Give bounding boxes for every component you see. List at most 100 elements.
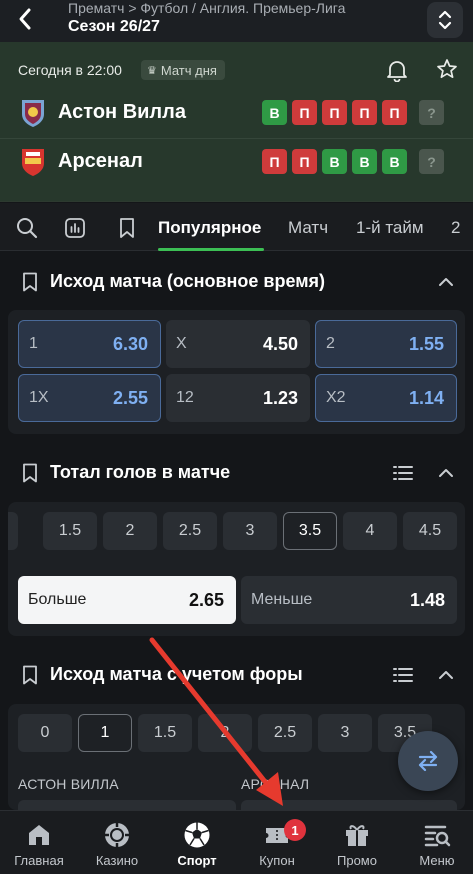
section-title: Исход матча с учетом форы — [50, 664, 303, 684]
form-result: П — [352, 100, 377, 125]
odd-value: 1.48 — [409, 589, 445, 610]
star-icon[interactable] — [436, 58, 458, 80]
list-icon[interactable] — [392, 463, 414, 483]
form-result: П — [382, 100, 407, 125]
chevron-up-icon[interactable] — [436, 464, 456, 482]
line-chip-selected[interactable]: 1 — [78, 714, 132, 752]
expand-button[interactable] — [427, 2, 463, 38]
nav-label: Казино — [95, 853, 139, 868]
bell-icon[interactable] — [386, 58, 408, 83]
swap-button[interactable] — [398, 731, 458, 791]
casino-chip-icon — [103, 821, 131, 849]
total-panel: 1.5 2 2.5 3 3.5 4 4.5 Больше 2.65 Меньше… — [8, 502, 465, 636]
bookmark-icon[interactable] — [22, 463, 38, 483]
form-result: П — [262, 149, 287, 174]
odd-button-12[interactable]: 12 1.23 — [166, 374, 310, 422]
nav-sport[interactable]: Спорт — [158, 811, 236, 874]
home-team-row[interactable]: Астон Вилла В П П П П ? — [0, 90, 473, 138]
line-chip[interactable]: 1.5 — [43, 512, 97, 550]
list-icon[interactable] — [392, 665, 414, 685]
handicap-panel: 0 1 1.5 2 2.5 3 3.5 — [8, 704, 465, 810]
line-chip[interactable]: 4 — [343, 512, 397, 550]
nav-casino[interactable]: Казино — [78, 811, 156, 874]
aston-villa-crest-icon — [20, 98, 46, 128]
handicap-home-odd[interactable] — [18, 800, 236, 810]
odd-label: 12 — [176, 389, 194, 406]
bookmark-icon[interactable] — [22, 665, 38, 685]
line-chip[interactable]: 3 — [318, 714, 372, 752]
bookmark-icon[interactable] — [22, 272, 38, 292]
line-chip[interactable] — [8, 512, 18, 550]
back-arrow-icon[interactable] — [12, 4, 40, 34]
odd-value: 1.23 — [262, 387, 298, 408]
handicap-away-odd[interactable] — [241, 800, 457, 810]
form-result: П — [322, 100, 347, 125]
line-chip[interactable]: 2 — [103, 512, 157, 550]
odd-button-away[interactable]: 2 1.55 — [315, 320, 457, 368]
gift-icon — [343, 821, 371, 849]
nav-label: Спорт — [177, 853, 217, 868]
odd-label: Больше — [28, 591, 87, 608]
odd-button-draw[interactable]: X 4.50 — [166, 320, 310, 368]
line-chip[interactable]: 4.5 — [403, 512, 457, 550]
outcome-section-header[interactable]: Исход матча (основное время) — [0, 255, 473, 309]
over-odd-button[interactable]: Больше 2.65 — [18, 576, 236, 624]
odd-label: 2 — [326, 335, 335, 352]
nav-menu[interactable]: Меню — [398, 811, 473, 874]
chevron-up-icon[interactable] — [436, 666, 456, 684]
tab-first-half[interactable]: 1-й тайм — [356, 218, 424, 238]
handicap-home-label: АСТОН ВИЛЛА — [18, 776, 119, 792]
odd-button-1x[interactable]: 1X 2.55 — [18, 374, 161, 422]
line-chip[interactable]: 3 — [223, 512, 277, 550]
active-tab-indicator — [158, 248, 264, 251]
handicap-section-header[interactable]: Исход матча с учетом форы — [0, 648, 473, 702]
line-chip[interactable]: 2.5 — [163, 512, 217, 550]
chevron-up-icon[interactable] — [436, 273, 456, 291]
chevron-up-down-icon — [438, 10, 452, 30]
bookmark-icon[interactable] — [116, 217, 138, 239]
odd-label: 1 — [29, 335, 38, 352]
form-result: В — [382, 149, 407, 174]
form-result: В — [262, 100, 287, 125]
odd-label: 1X — [29, 389, 49, 406]
line-chip[interactable]: 1.5 — [138, 714, 192, 752]
menu-search-icon — [423, 821, 451, 849]
search-icon[interactable] — [16, 217, 38, 239]
match-of-day-label: Матч дня — [160, 62, 217, 78]
stats-icon[interactable] — [64, 217, 86, 239]
nav-label: Промо — [337, 853, 377, 868]
line-chip[interactable]: 2.5 — [258, 714, 312, 752]
odd-button-home[interactable]: 1 6.30 — [18, 320, 161, 368]
tab-popular[interactable]: Популярное — [158, 218, 261, 238]
line-chip-selected[interactable]: 3.5 — [283, 512, 337, 550]
form-unknown: ? — [419, 149, 444, 174]
odd-label: X — [176, 335, 187, 352]
form-unknown: ? — [419, 100, 444, 125]
handicap-away-label: АРСЕНАЛ — [241, 776, 310, 792]
nav-coupon[interactable]: 1 Купон — [238, 811, 316, 874]
nav-promo[interactable]: Промо — [318, 811, 396, 874]
odd-button-x2[interactable]: X2 1.14 — [315, 374, 457, 422]
line-chip[interactable]: 0 — [18, 714, 72, 752]
home-icon — [25, 821, 53, 849]
nav-home[interactable]: Главная — [0, 811, 78, 874]
home-team-name: Астон Вилла — [58, 101, 186, 123]
odd-value: 2.65 — [188, 589, 224, 610]
page-title: Сезон 26/27 — [68, 18, 160, 35]
nav-label: Меню — [419, 853, 455, 868]
crown-icon: ♛ — [147, 64, 157, 77]
odd-value: 1.14 — [408, 387, 444, 408]
match-header: Сегодня в 22:00 ♛ Матч дня Астон Вилла В… — [0, 42, 473, 202]
odd-value: 4.50 — [262, 333, 298, 354]
tab-match[interactable]: Матч — [288, 218, 328, 238]
odd-value: 2.55 — [112, 387, 148, 408]
breadcrumb[interactable]: Прематч > Футбол / Англия. Премьер-Лига — [68, 0, 345, 16]
away-team-row[interactable]: Арсенал П П В В В ? — [0, 138, 473, 186]
total-section-header[interactable]: Тотал голов в матче — [0, 446, 473, 500]
outcome-panel: 1 6.30 X 4.50 2 1.55 1X 2.55 12 1.23 X2 … — [8, 310, 465, 434]
line-chip[interactable]: 2 — [198, 714, 252, 752]
away-team-name: Арсенал — [58, 150, 143, 172]
odd-value: 6.30 — [112, 333, 148, 354]
under-odd-button[interactable]: Меньше 1.48 — [241, 576, 457, 624]
tab-second-half[interactable]: 2 — [451, 218, 460, 238]
